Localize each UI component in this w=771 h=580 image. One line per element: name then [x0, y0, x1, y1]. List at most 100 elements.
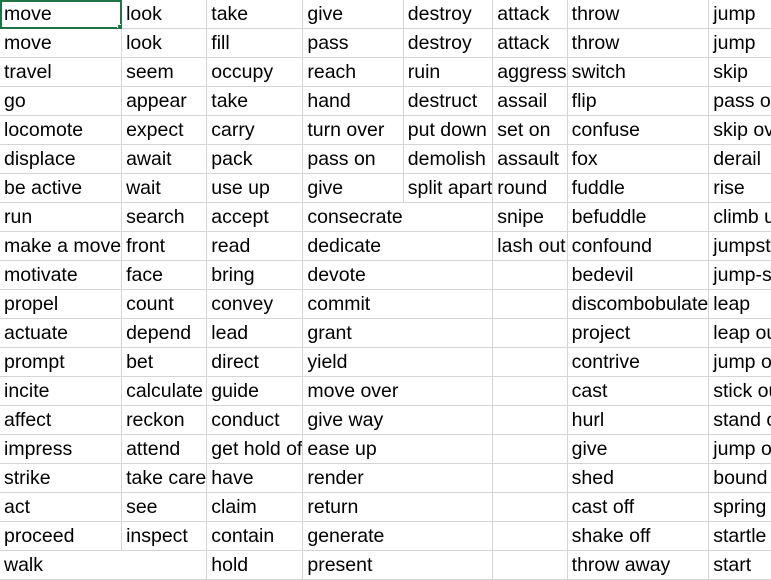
cell-c19[interactable]: contain — [206, 521, 304, 551]
cell-h9[interactable]: jumpstart — [708, 231, 771, 261]
cell-e5[interactable]: put down — [403, 115, 494, 145]
cell-c1[interactable]: take — [206, 0, 304, 29]
cell-a4[interactable]: go — [0, 86, 123, 116]
cell-b8[interactable]: search — [121, 202, 208, 232]
cell-a7[interactable]: be active — [0, 173, 123, 203]
cell-b19[interactable]: inspect — [121, 521, 208, 551]
cell-e14[interactable] — [403, 376, 494, 406]
cell-c6[interactable]: pack — [206, 144, 304, 174]
cell-a3[interactable]: travel — [0, 57, 123, 87]
cell-h14[interactable]: stick out — [708, 376, 771, 406]
cell-b14[interactable]: calculate — [121, 376, 208, 406]
cell-c8[interactable]: accept — [206, 202, 304, 232]
cell-h15[interactable]: stand out — [708, 405, 771, 435]
cell-e12[interactable] — [403, 318, 494, 348]
cell-h18[interactable]: spring — [708, 492, 771, 522]
cell-h2[interactable]: jump — [708, 28, 771, 58]
cell-h12[interactable]: leap out — [708, 318, 771, 348]
cell-e20[interactable] — [403, 550, 494, 580]
cell-d12[interactable]: grant — [302, 318, 404, 348]
cell-h7[interactable]: rise — [708, 173, 771, 203]
cell-e3[interactable]: ruin — [403, 57, 494, 87]
cell-e15[interactable] — [403, 405, 494, 435]
cell-a9[interactable]: make a move — [0, 231, 123, 261]
cell-f14[interactable] — [492, 376, 568, 406]
cell-c15[interactable]: conduct — [206, 405, 304, 435]
cell-h8[interactable]: climb up — [708, 202, 771, 232]
cell-b12[interactable]: depend — [121, 318, 208, 348]
cell-g10[interactable]: bedevil — [567, 260, 710, 290]
cell-d1[interactable]: give — [302, 0, 404, 29]
cell-h6[interactable]: derail — [708, 144, 771, 174]
cell-h4[interactable]: pass over — [708, 86, 771, 116]
cell-d7[interactable]: give — [302, 173, 404, 203]
fill-handle[interactable] — [117, 24, 121, 28]
cell-f13[interactable] — [492, 347, 568, 377]
cell-g2[interactable]: throw — [567, 28, 710, 58]
cell-g13[interactable]: contrive — [567, 347, 710, 377]
cell-a15[interactable]: affect — [0, 405, 123, 435]
cell-c20[interactable]: hold — [206, 550, 304, 580]
cell-d2[interactable]: pass — [302, 28, 404, 58]
cell-g8[interactable]: befuddle — [567, 202, 710, 232]
cell-a1[interactable]: move — [0, 0, 123, 29]
cell-h3[interactable]: skip — [708, 57, 771, 87]
cell-d16[interactable]: ease up — [302, 434, 404, 464]
cell-d4[interactable]: hand — [302, 86, 404, 116]
cell-d15[interactable]: give way — [302, 405, 404, 435]
cell-g1[interactable]: throw — [567, 0, 710, 29]
cell-f7[interactable]: round — [492, 173, 568, 203]
cell-g17[interactable]: shed — [567, 463, 710, 493]
cell-b20[interactable] — [121, 550, 208, 580]
cell-f18[interactable] — [492, 492, 568, 522]
cell-c4[interactable]: take — [206, 86, 304, 116]
cell-b3[interactable]: seem — [121, 57, 208, 87]
cell-a10[interactable]: motivate — [0, 260, 123, 290]
cell-b15[interactable]: reckon — [121, 405, 208, 435]
cell-c13[interactable]: direct — [206, 347, 304, 377]
cell-c17[interactable]: have — [206, 463, 304, 493]
cell-g14[interactable]: cast — [567, 376, 710, 406]
cell-d5[interactable]: turn over — [302, 115, 404, 145]
cell-d9[interactable]: dedicate — [302, 231, 404, 261]
cell-f1[interactable]: attack — [492, 0, 568, 29]
cell-f8[interactable]: snipe — [492, 202, 568, 232]
cell-e1[interactable]: destroy — [403, 0, 494, 29]
cell-e8[interactable] — [403, 202, 494, 232]
cell-b2[interactable]: look — [121, 28, 208, 58]
cell-d14[interactable]: move over — [302, 376, 404, 406]
cell-a17[interactable]: strike — [0, 463, 123, 493]
cell-h20[interactable]: start — [708, 550, 771, 580]
cell-g6[interactable]: fox — [567, 144, 710, 174]
cell-e9[interactable] — [403, 231, 494, 261]
cell-d6[interactable]: pass on — [302, 144, 404, 174]
cell-c7[interactable]: use up — [206, 173, 304, 203]
cell-a11[interactable]: propel — [0, 289, 123, 319]
cell-f20[interactable] — [492, 550, 568, 580]
cell-b17[interactable]: take care — [121, 463, 208, 493]
cell-g16[interactable]: give — [567, 434, 710, 464]
cell-a16[interactable]: impress — [0, 434, 123, 464]
cell-h11[interactable]: leap — [708, 289, 771, 319]
cell-c16[interactable]: get hold of — [206, 434, 304, 464]
cell-g20[interactable]: throw away — [567, 550, 710, 580]
cell-b5[interactable]: expect — [121, 115, 208, 145]
cell-f11[interactable] — [492, 289, 568, 319]
cell-f19[interactable] — [492, 521, 568, 551]
cell-b11[interactable]: count — [121, 289, 208, 319]
cell-e7[interactable]: split apart — [403, 173, 494, 203]
cell-g3[interactable]: switch — [567, 57, 710, 87]
cell-f10[interactable] — [492, 260, 568, 290]
cell-d13[interactable]: yield — [302, 347, 404, 377]
cell-h19[interactable]: startle — [708, 521, 771, 551]
cell-a5[interactable]: locomote — [0, 115, 123, 145]
cell-f3[interactable]: aggress — [492, 57, 568, 87]
cell-a19[interactable]: proceed — [0, 521, 123, 551]
cell-e19[interactable] — [403, 521, 494, 551]
cell-f4[interactable]: assail — [492, 86, 568, 116]
cell-a12[interactable]: actuate — [0, 318, 123, 348]
cell-c3[interactable]: occupy — [206, 57, 304, 87]
cell-e17[interactable] — [403, 463, 494, 493]
cell-g5[interactable]: confuse — [567, 115, 710, 145]
cell-f6[interactable]: assault — [492, 144, 568, 174]
